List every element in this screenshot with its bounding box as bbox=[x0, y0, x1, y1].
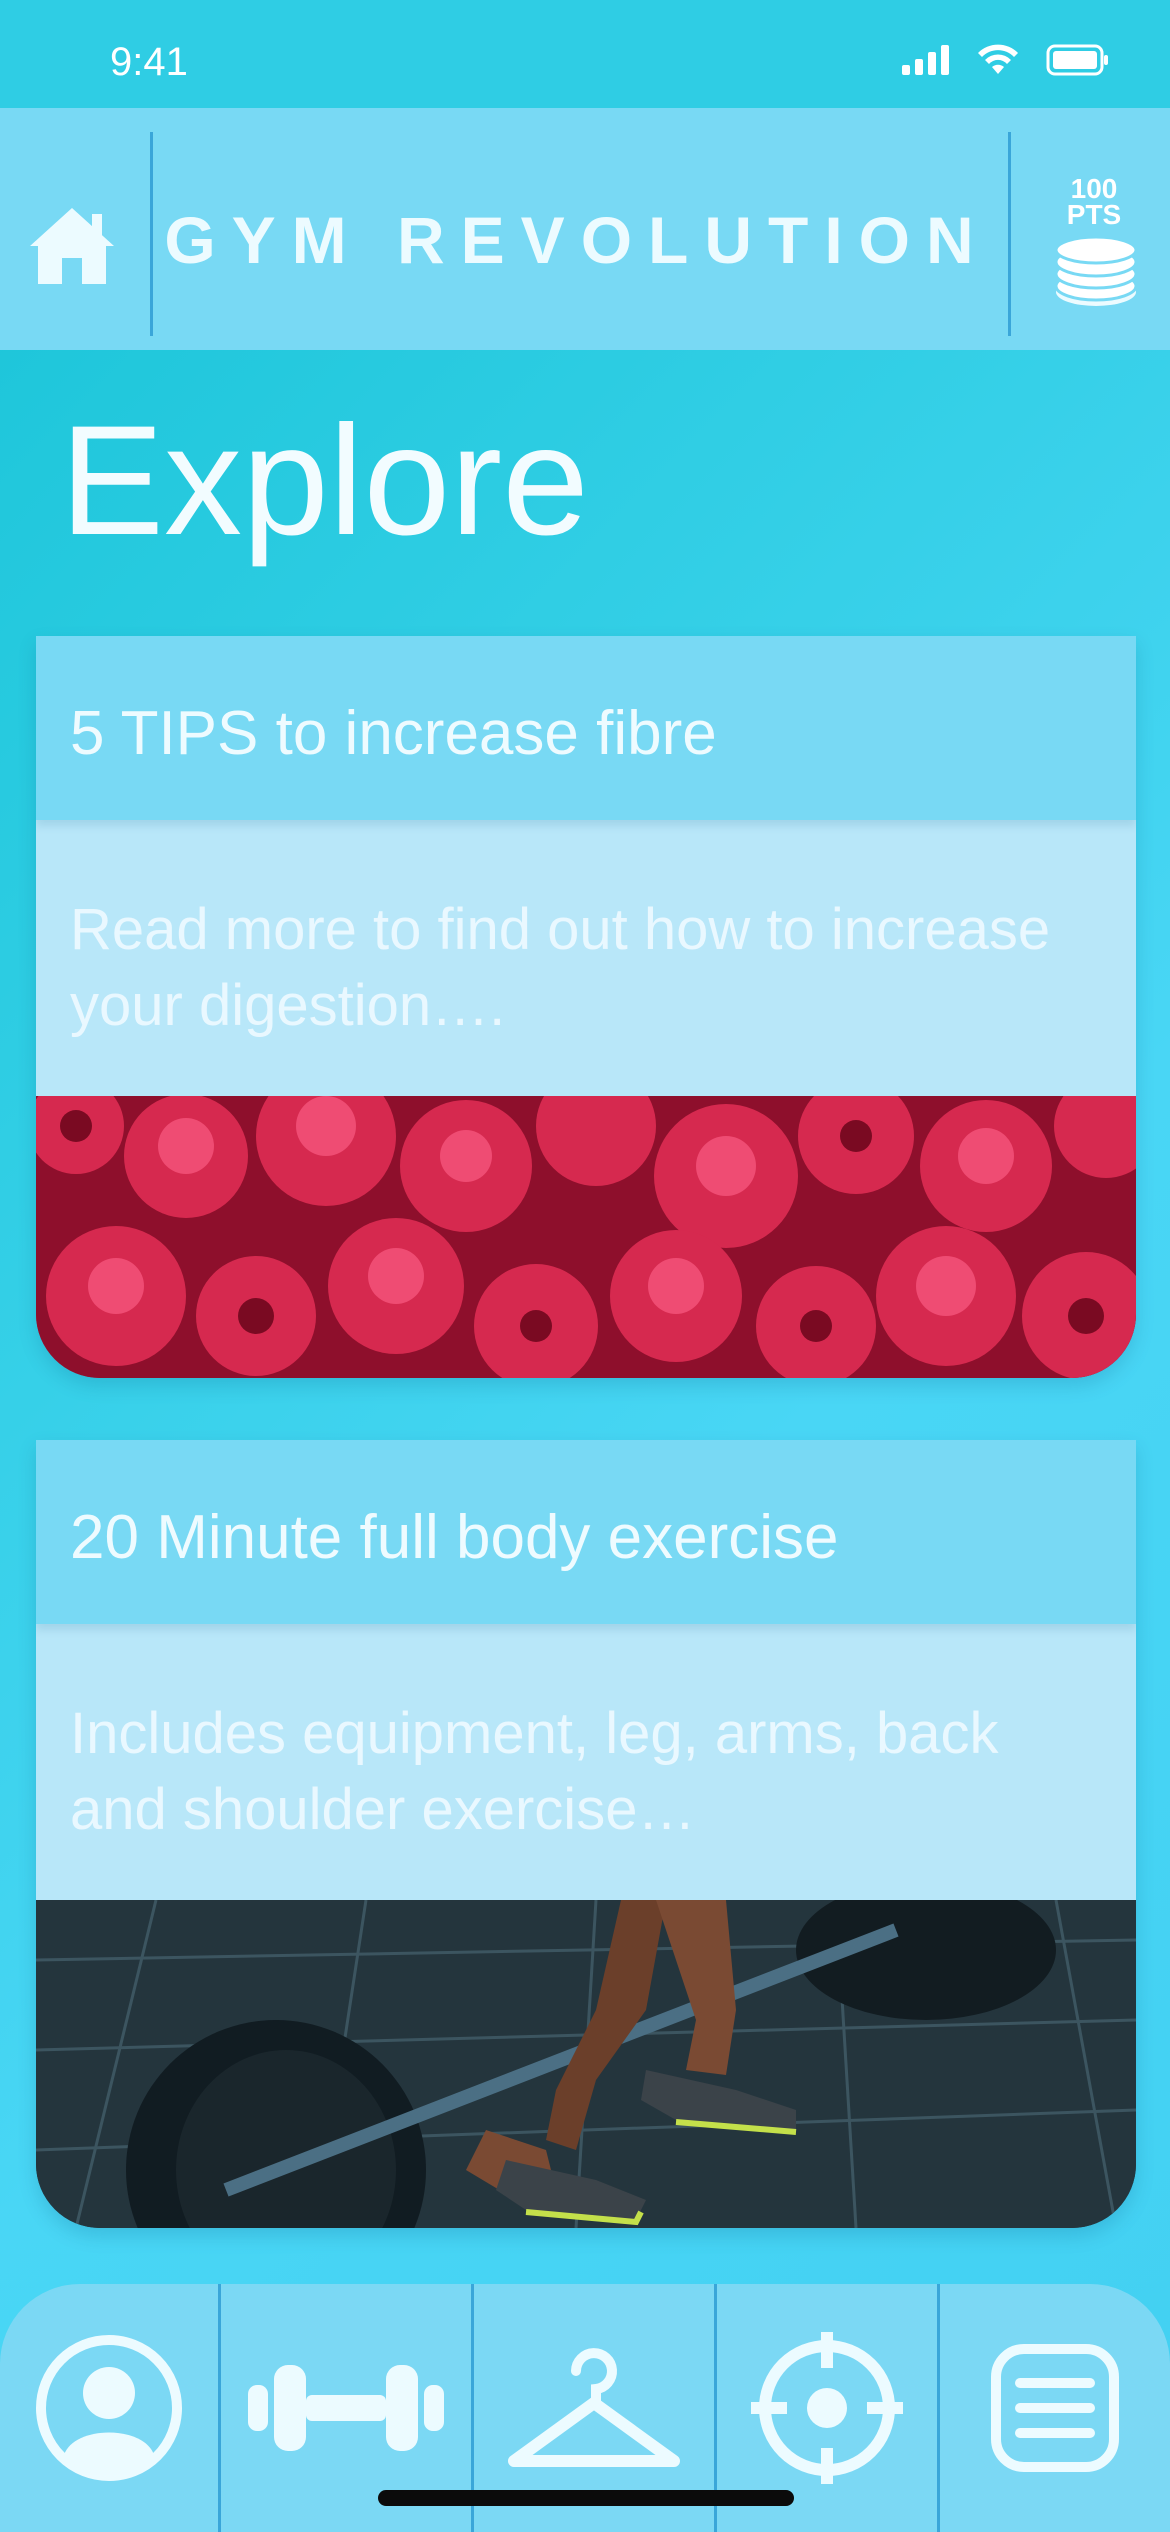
card-description: Read more to find out how to increase yo… bbox=[70, 897, 1051, 1038]
nav-profile[interactable] bbox=[0, 2284, 218, 2532]
card-title-bar: 20 Minute full body exercise bbox=[36, 1440, 1136, 1624]
page-title: Explore bbox=[60, 394, 589, 568]
card-description: Includes equipment, leg, arms, back and … bbox=[70, 1701, 999, 1842]
home-button[interactable] bbox=[24, 198, 120, 294]
status-bar: 9:41 bbox=[0, 0, 1170, 108]
signal-icon bbox=[902, 45, 949, 75]
status-icons bbox=[902, 44, 1110, 76]
article-card[interactable]: 5 TIPS to increase fibre Read more to fi… bbox=[36, 636, 1136, 1378]
app-header: GYM REVOLUTION bbox=[0, 108, 1170, 350]
points-unit: PTS bbox=[1066, 199, 1122, 230]
target-icon bbox=[751, 2332, 903, 2484]
home-icon bbox=[30, 208, 114, 284]
home-indicator[interactable] bbox=[378, 2490, 794, 2506]
battery-icon bbox=[1046, 44, 1108, 76]
wifi-icon bbox=[978, 44, 1018, 74]
status-time: 9:41 bbox=[110, 40, 188, 84]
dumbbell-icon bbox=[248, 2365, 444, 2451]
list-icon bbox=[991, 2344, 1119, 2472]
raspberries-image bbox=[36, 1096, 1136, 1378]
card-description-bar: Read more to find out how to increase yo… bbox=[36, 820, 1136, 1096]
points-badge[interactable]: 100 PTS bbox=[1040, 175, 1148, 230]
card-description-bar: Includes equipment, leg, arms, back and … bbox=[36, 1624, 1136, 1900]
app-title: GYM REVOLUTION bbox=[164, 203, 990, 277]
hanger-icon bbox=[508, 2348, 680, 2467]
barbell-deadlift-photo bbox=[36, 1900, 1136, 2228]
card-title: 20 Minute full body exercise bbox=[70, 1503, 839, 1572]
card-title-bar: 5 TIPS to increase fibre bbox=[36, 636, 1136, 820]
exercise-image bbox=[36, 1900, 1136, 2228]
profile-icon bbox=[36, 2335, 182, 2481]
article-card[interactable]: 20 Minute full body exercise Includes eq… bbox=[36, 1440, 1136, 2228]
raspberries-photo bbox=[36, 1096, 1136, 1378]
coin-stack-icon bbox=[1054, 236, 1138, 306]
header-divider bbox=[1008, 132, 1011, 336]
card-title: 5 TIPS to increase fibre bbox=[70, 699, 717, 768]
nav-menu[interactable] bbox=[940, 2284, 1170, 2532]
